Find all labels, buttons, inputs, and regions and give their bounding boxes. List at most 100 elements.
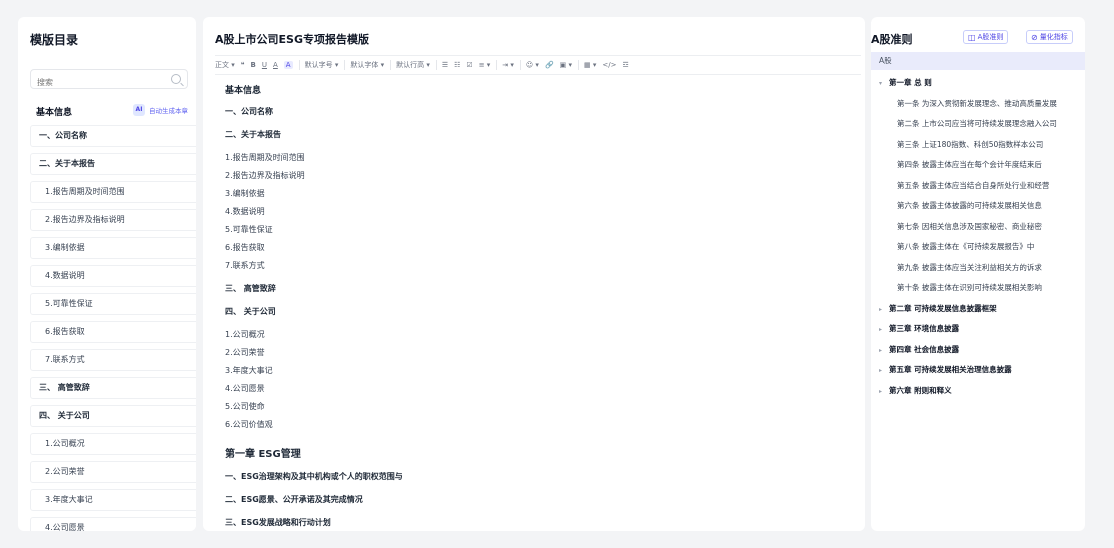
rules-chapter-node[interactable]: ▸ 第三章 环境信息披露 bbox=[879, 323, 959, 334]
toolbar-divider bbox=[578, 60, 580, 70]
bold-button[interactable]: B bbox=[251, 61, 256, 69]
outline-item[interactable]: 四、 关于公司 bbox=[30, 405, 196, 427]
outline-item[interactable]: 1.公司概况 bbox=[30, 433, 196, 455]
rules-chapter-node[interactable]: ▸ 第六章 附则和释义 bbox=[879, 385, 952, 396]
editor-paragraph[interactable]: 5.公司使命 bbox=[225, 401, 265, 412]
emoji-icon[interactable]: ☺ ▾ bbox=[526, 61, 539, 69]
rules-article-node[interactable]: 第四条 披露主体应当在每个会计年度结束后 bbox=[897, 159, 1077, 170]
chevron-down-icon[interactable]: ▾ bbox=[879, 80, 885, 87]
outline-item[interactable]: 3.编制依据 bbox=[30, 237, 196, 259]
outline-item[interactable]: 二、关于本报告 bbox=[30, 153, 196, 175]
toolbar-divider bbox=[390, 60, 392, 70]
rules-chapter-label: 第一章 总 则 bbox=[889, 78, 932, 87]
rules-chapter-node[interactable]: ▾ 第一章 总 则 bbox=[879, 77, 932, 88]
highlight-button[interactable]: A bbox=[283, 61, 293, 69]
editor-paragraph[interactable]: 4.公司愿景 bbox=[225, 383, 265, 394]
editor-heading[interactable]: 三、ESG发展战略和行动计划 bbox=[225, 517, 331, 528]
editor-heading[interactable]: 一、ESG治理架构及其中机构或个人的职权范围与 bbox=[225, 471, 403, 482]
editor-heading[interactable]: 第一章 ESG管理 bbox=[225, 445, 301, 460]
auto-generate-button[interactable]: AI 自动生成本章 bbox=[133, 104, 188, 116]
outline-item[interactable]: 1.报告周期及时间范围 bbox=[30, 181, 196, 203]
metrics-label: 量化指标 bbox=[1039, 33, 1068, 41]
editor-paragraph[interactable]: 4.数据说明 bbox=[225, 206, 265, 217]
editor-heading[interactable]: 一、公司名称 bbox=[225, 106, 273, 117]
outline-item[interactable]: 三、 高管致辞 bbox=[30, 377, 196, 399]
quote-icon[interactable]: ❝ bbox=[241, 61, 245, 69]
indent-icon[interactable]: ⇥ ▾ bbox=[502, 61, 514, 69]
line-height-select[interactable]: 默认行高 ▾ bbox=[396, 60, 430, 70]
editor-paragraph[interactable]: 3.编制依据 bbox=[225, 188, 265, 199]
catalog-search[interactable] bbox=[30, 69, 188, 92]
metrics-button[interactable]: ⊘ 量化指标 bbox=[1026, 30, 1073, 44]
editor-heading[interactable]: 二、ESG愿景、公开承诺及其完成情况 bbox=[225, 494, 363, 505]
rules-article-node[interactable]: 第二条 上市公司应当将可持续发展理念融入公司 bbox=[897, 118, 1077, 129]
rules-article-node[interactable]: 第五条 披露主体应当结合自身所处行业和经营 bbox=[897, 180, 1077, 191]
font-family-select[interactable]: 默认字体 ▾ bbox=[350, 60, 384, 70]
editor-paragraph[interactable]: 5.可靠性保证 bbox=[225, 224, 273, 235]
rules-article-node[interactable]: 第九条 披露主体应当关注利益相关方的诉求 bbox=[897, 262, 1077, 273]
editor-paragraph[interactable]: 7.联系方式 bbox=[225, 260, 265, 271]
toolbar-divider bbox=[496, 60, 498, 70]
editor-paragraph[interactable]: 1.报告周期及时间范围 bbox=[225, 152, 305, 163]
editor-heading[interactable]: 四、 关于公司 bbox=[225, 306, 276, 317]
numbered-list-icon[interactable]: ☷ bbox=[454, 61, 460, 69]
editor-paragraph[interactable]: 6.公司价值观 bbox=[225, 419, 273, 430]
outline-item[interactable]: 4.公司愿景 bbox=[30, 517, 196, 531]
chevron-right-icon[interactable]: ▸ bbox=[879, 306, 885, 313]
editor-paragraph[interactable]: 1.公司概况 bbox=[225, 329, 265, 340]
editor-heading[interactable]: 基本信息 bbox=[225, 83, 261, 96]
editor-paragraph[interactable]: 3.年度大事记 bbox=[225, 365, 273, 376]
chevron-right-icon[interactable]: ▸ bbox=[879, 326, 885, 333]
editor-paragraph[interactable]: 2.公司荣誉 bbox=[225, 347, 265, 358]
rules-article-node[interactable]: 第三条 上证180指数、科创50指数样本公司 bbox=[897, 139, 1077, 150]
tab-a-share[interactable]: A股 bbox=[871, 52, 1085, 70]
rules-article-node[interactable]: 第十条 披露主体在识别可持续发展相关影响 bbox=[897, 282, 1077, 293]
rules-chapter-node[interactable]: ▸ 第二章 可持续发展信息披露框架 bbox=[879, 303, 997, 314]
rules-article-node[interactable]: 第一条 为深入贯彻新发展理念、推动高质量发展 bbox=[897, 98, 1077, 109]
search-icon[interactable] bbox=[171, 74, 181, 84]
toolbar-divider bbox=[298, 60, 300, 70]
chevron-right-icon[interactable]: ▸ bbox=[879, 388, 885, 395]
ai-icon: AI bbox=[133, 104, 145, 116]
rules-panel-bg bbox=[871, 17, 1085, 531]
editor-heading[interactable]: 二、关于本报告 bbox=[225, 129, 281, 140]
rules-panel: A股准则 ◫ A股准则 ⊘ 量化指标 A股 ▾ 第一章 总 则第一条 为深入贯彻新… bbox=[871, 17, 1085, 531]
outline-item[interactable]: 6.报告获取 bbox=[30, 321, 196, 343]
font-color-button[interactable]: A bbox=[273, 61, 278, 69]
editor-heading[interactable]: 三、 高管致辞 bbox=[225, 283, 276, 294]
underline-button[interactable]: U bbox=[262, 61, 267, 69]
outline-item[interactable]: 5.可靠性保证 bbox=[30, 293, 196, 315]
search-input[interactable] bbox=[31, 73, 163, 92]
outline-item[interactable]: 7.联系方式 bbox=[30, 349, 196, 371]
link-icon[interactable]: 🔗 bbox=[545, 61, 554, 69]
rules-article-node[interactable]: 第八条 披露主体在《可持续发展报告》中 bbox=[897, 241, 1077, 252]
chevron-right-icon[interactable]: ▸ bbox=[879, 367, 885, 374]
editor-paragraph[interactable]: 6.报告获取 bbox=[225, 242, 265, 253]
rules-article-node[interactable]: 第六条 披露主体披露的可持续发展相关信息 bbox=[897, 200, 1077, 211]
code-icon[interactable]: </> bbox=[602, 61, 616, 69]
rules-chapter-node[interactable]: ▸ 第五章 可持续发展相关治理信息披露 bbox=[879, 364, 1012, 375]
divider-icon[interactable]: ☲ bbox=[622, 61, 628, 69]
toolbar-divider bbox=[344, 60, 346, 70]
catalog-title: 模版目录 bbox=[30, 33, 79, 47]
editor-paragraph[interactable]: 2.报告边界及指标说明 bbox=[225, 170, 305, 181]
outline-item[interactable]: 2.报告边界及指标说明 bbox=[30, 209, 196, 231]
document-editor-panel: A股上市公司ESG专项报告模版 正文 ▾ ❝ B U A A 默认字号 ▾ 默认… bbox=[203, 17, 865, 531]
basic-info-label: 基本信息 bbox=[36, 108, 73, 118]
image-icon[interactable]: ▣ ▾ bbox=[560, 61, 572, 69]
paragraph-style-select[interactable]: 正文 ▾ bbox=[215, 60, 235, 70]
align-icon[interactable]: ≡ ▾ bbox=[479, 61, 491, 69]
outline-item[interactable]: 3.年度大事记 bbox=[30, 489, 196, 511]
rules-chapter-node[interactable]: ▸ 第四章 社会信息披露 bbox=[879, 344, 959, 355]
chevron-right-icon[interactable]: ▸ bbox=[879, 347, 885, 354]
bullet-list-icon[interactable]: ☰ bbox=[442, 61, 448, 69]
font-size-select[interactable]: 默认字号 ▾ bbox=[305, 60, 339, 70]
rules-article-node[interactable]: 第七条 因相关信息涉及国家秘密、商业秘密 bbox=[897, 221, 1077, 232]
todo-list-icon[interactable]: ☑ bbox=[466, 61, 472, 69]
a-share-rules-button[interactable]: ◫ A股准则 bbox=[963, 30, 1009, 44]
outline-item[interactable]: 4.数据说明 bbox=[30, 265, 196, 287]
outline-item[interactable]: 一、公司名称 bbox=[30, 125, 196, 147]
rules-chapter-label: 第二章 可持续发展信息披露框架 bbox=[889, 303, 997, 313]
outline-item[interactable]: 2.公司荣誉 bbox=[30, 461, 196, 483]
table-icon[interactable]: ▦ ▾ bbox=[584, 61, 596, 69]
